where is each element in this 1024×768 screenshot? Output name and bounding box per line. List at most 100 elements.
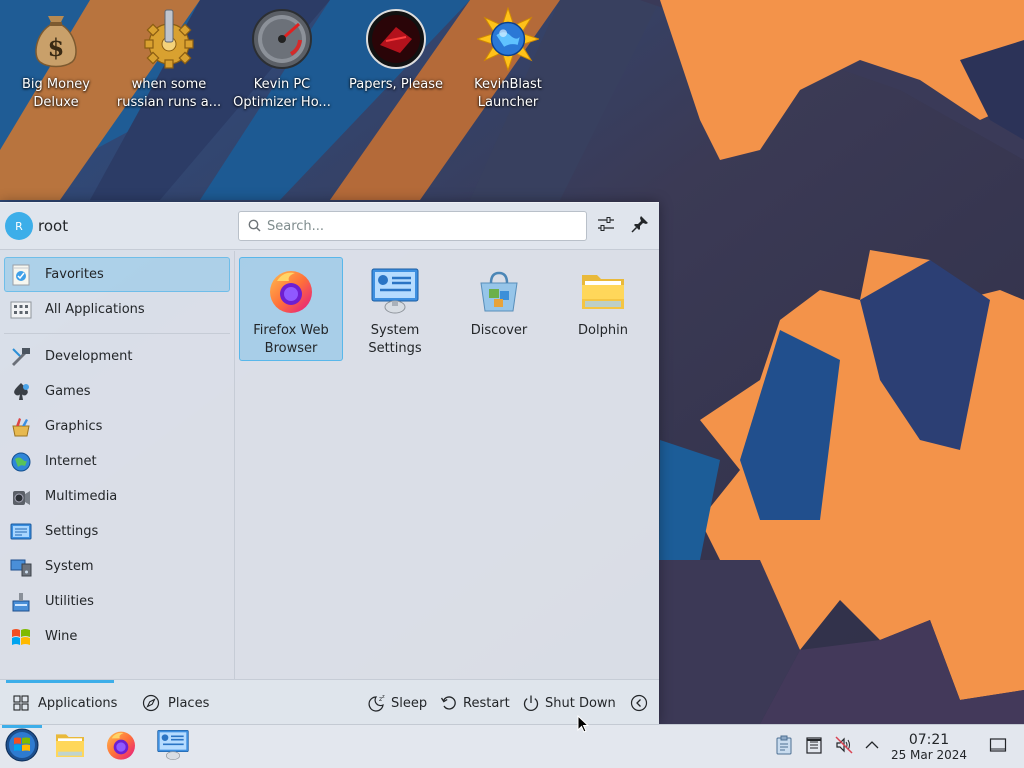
category-settings[interactable]: Settings	[4, 514, 230, 549]
favorites-icon	[9, 263, 33, 287]
system-settings-icon	[156, 729, 190, 765]
volume-muted-icon	[835, 736, 853, 758]
desktop-icon-kevinblast-launcher[interactable]: KevinBlast Launcher	[453, 7, 563, 112]
favorite-discover[interactable]: Discover	[447, 257, 551, 361]
category-graphics[interactable]: Graphics	[4, 409, 230, 444]
restart-button[interactable]: Restart	[440, 680, 510, 726]
category-favorites[interactable]: Favorites	[4, 257, 230, 292]
category-label: Internet	[45, 454, 97, 469]
tray-notes[interactable]	[803, 736, 825, 758]
folder-icon	[578, 266, 628, 316]
category-label: System	[45, 559, 94, 574]
tab-places[interactable]: Places	[142, 680, 209, 726]
sidebar-border	[234, 251, 235, 679]
category-label: All Applications	[45, 302, 145, 317]
more-power-options-button[interactable]	[630, 680, 653, 726]
category-multimedia[interactable]: Multimedia	[4, 479, 230, 514]
tab-applications[interactable]: Applications	[12, 680, 117, 726]
category-games[interactable]: Games	[4, 374, 230, 409]
tab-label: Applications	[38, 695, 118, 711]
firefox-icon	[105, 729, 137, 765]
chevron-left-circle-icon	[630, 694, 648, 712]
category-label: Wine	[45, 629, 78, 644]
desktop-icon-kevin-pc-optimizer[interactable]: Kevin PC Optimizer Ho...	[227, 8, 337, 112]
avatar-initial: R	[15, 219, 23, 233]
avatar[interactable]: R	[5, 212, 33, 240]
configure-button[interactable]	[595, 215, 617, 237]
desktop-icon-label: Big Money Deluxe	[21, 77, 90, 110]
gear-icon	[138, 8, 200, 70]
start-menu-button[interactable]	[4, 728, 40, 765]
desktop-icon-label: Papers, Please	[348, 77, 444, 92]
svg-text:$: $	[48, 33, 65, 62]
category-utilities[interactable]: Utilities	[4, 584, 230, 619]
sleep-label: Sleep	[391, 695, 428, 711]
development-icon	[9, 345, 33, 369]
shutdown-button[interactable]: Shut Down	[522, 680, 616, 726]
folder-icon	[54, 730, 86, 764]
mouse-cursor-icon	[577, 714, 590, 737]
discover-icon	[474, 266, 524, 316]
firefox-icon	[266, 266, 316, 316]
tray-volume[interactable]	[833, 736, 855, 758]
restart-label: Restart	[463, 695, 510, 711]
clock-time[interactable]: 07:21	[890, 732, 968, 748]
favorite-system-settings[interactable]: System Settings	[343, 257, 447, 361]
all-apps-icon	[9, 298, 33, 322]
sliders-icon	[597, 215, 615, 237]
restart-icon	[440, 694, 458, 712]
tray-expand[interactable]	[861, 736, 883, 758]
taskbar-system-settings[interactable]	[155, 729, 191, 765]
favorite-dolphin[interactable]: Dolphin	[551, 257, 655, 361]
category-sidebar: Favorites All Applications Development G…	[0, 251, 234, 679]
chevron-up-icon	[864, 737, 880, 757]
search-field[interactable]	[238, 211, 587, 241]
system-icon	[9, 555, 33, 579]
desktop-icon-big-money-deluxe[interactable]: $ Big Money Deluxe	[1, 8, 111, 112]
pin-button[interactable]	[629, 215, 651, 237]
papers-please-icon	[365, 8, 427, 70]
taskbar-firefox[interactable]	[103, 729, 139, 765]
launcher-header: R root	[0, 203, 659, 250]
utilities-icon	[9, 590, 33, 614]
category-label: Favorites	[45, 267, 104, 282]
clock-date[interactable]: 25 Mar 2024	[884, 748, 974, 762]
sidebar-divider	[4, 333, 230, 334]
category-label: Development	[45, 349, 133, 364]
app-label: Discover	[470, 323, 528, 338]
taskbar: 07:21 25 Mar 2024	[0, 724, 1024, 768]
games-icon	[9, 380, 33, 404]
favorite-firefox[interactable]: Firefox Web Browser	[239, 257, 343, 361]
desktop-icon-label: when some russian runs a...	[116, 77, 222, 110]
graphics-icon	[9, 415, 33, 439]
clipboard-icon	[775, 735, 793, 759]
sleep-button[interactable]: zz Sleep	[368, 680, 427, 726]
taskbar-dolphin[interactable]	[52, 729, 88, 765]
category-all-applications[interactable]: All Applications	[4, 292, 230, 327]
app-label: System Settings	[368, 323, 422, 356]
category-wine[interactable]: Wine	[4, 619, 230, 654]
category-system[interactable]: System	[4, 549, 230, 584]
app-label: Dolphin	[578, 323, 628, 338]
internet-icon	[9, 450, 33, 474]
category-label: Multimedia	[45, 489, 118, 504]
user-name: root	[38, 217, 69, 235]
category-development[interactable]: Development	[4, 339, 230, 374]
desktop-icon-label: KevinBlast Launcher	[474, 77, 542, 110]
desktop-icon-russian-runs[interactable]: when some russian runs a...	[114, 8, 224, 112]
category-label: Games	[45, 384, 91, 399]
svg-text:z: z	[382, 694, 385, 700]
tray-clipboard[interactable]	[773, 735, 795, 759]
show-desktop-button[interactable]	[987, 736, 1009, 758]
compass-icon	[142, 694, 160, 712]
system-settings-icon	[370, 266, 420, 316]
category-label: Utilities	[45, 594, 94, 609]
desktop-icon-label: Kevin PC Optimizer Ho...	[233, 77, 331, 110]
multimedia-icon	[9, 485, 33, 509]
desktop-icon-papers-please[interactable]: Papers, Please	[341, 8, 451, 94]
launcher-footer: Applications Places zz Sleep Restart Shu…	[0, 679, 659, 725]
search-input[interactable]	[267, 217, 577, 235]
tab-label: Places	[168, 695, 210, 711]
category-internet[interactable]: Internet	[4, 444, 230, 479]
grid-icon	[12, 694, 30, 712]
